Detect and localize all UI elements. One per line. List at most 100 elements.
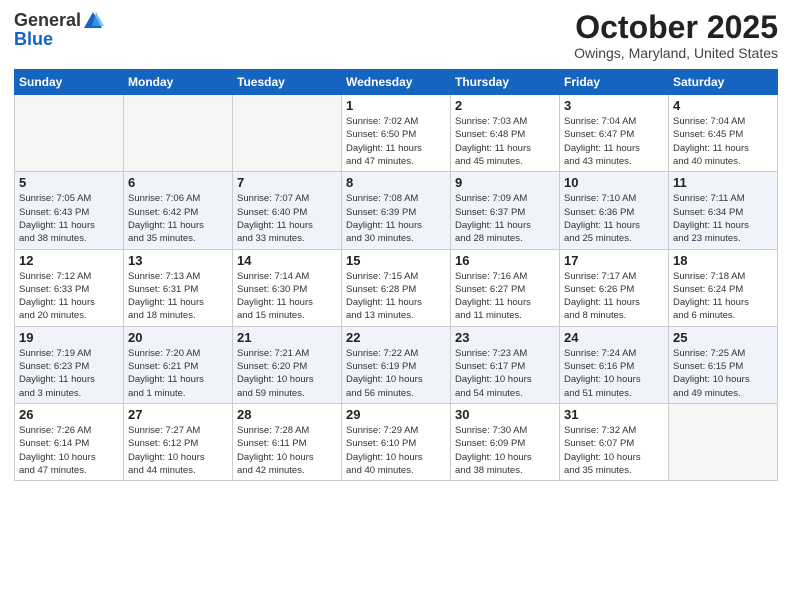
calendar-cell: 26Sunrise: 7:26 AMSunset: 6:14 PMDayligh…: [15, 403, 124, 480]
day-number: 8: [346, 175, 446, 190]
day-number: 29: [346, 407, 446, 422]
calendar-cell: 31 Sunrise: 7:32 AMSunset: 6:07 PMDayligh…: [560, 403, 669, 480]
day-number: 21: [237, 330, 337, 345]
col-tuesday: Tuesday: [233, 70, 342, 95]
calendar-cell: 9Sunrise: 7:09 AMSunset: 6:37 PMDaylight…: [451, 172, 560, 249]
calendar-cell: [233, 95, 342, 172]
day-info: Sunrise: 7:19 AMSunset: 6:23 PMDaylight:…: [19, 347, 119, 400]
col-saturday: Saturday: [669, 70, 778, 95]
location: Owings, Maryland, United States: [574, 45, 778, 61]
day-info: Sunrise: 7:28 AMSunset: 6:11 PMDaylight:…: [237, 424, 337, 477]
calendar-cell: 10 Sunrise: 7:10 AMSunset: 6:36 PMDayligh…: [560, 172, 669, 249]
calendar-cell: 19 Sunrise: 7:19 AMSunset: 6:23 PMDayligh…: [15, 326, 124, 403]
day-info: Sunrise: 7:11 AMSunset: 6:34 PMDaylight:…: [673, 192, 773, 245]
calendar-cell: 25Sunrise: 7:25 AMSunset: 6:15 PMDayligh…: [669, 326, 778, 403]
day-info: Sunrise: 7:02 AMSunset: 6:50 PMDaylight:…: [346, 115, 446, 168]
day-info: Sunrise: 7:10 AMSunset: 6:36 PMDaylight:…: [564, 192, 664, 245]
calendar-cell: 27 Sunrise: 7:27 AMSunset: 6:12 PMDayligh…: [124, 403, 233, 480]
calendar-row-1: 1Sunrise: 7:02 AMSunset: 6:50 PMDaylight…: [15, 95, 778, 172]
calendar-cell: 16Sunrise: 7:16 AMSunset: 6:27 PMDayligh…: [451, 249, 560, 326]
calendar-cell: 15 Sunrise: 7:15 AMSunset: 6:28 PMDayligh…: [342, 249, 451, 326]
day-number: 9: [455, 175, 555, 190]
calendar-cell: 14 Sunrise: 7:14 AMSunset: 6:30 PMDayligh…: [233, 249, 342, 326]
calendar-cell: 23 Sunrise: 7:23 AMSunset: 6:17 PMDayligh…: [451, 326, 560, 403]
calendar-cell: 1Sunrise: 7:02 AMSunset: 6:50 PMDaylight…: [342, 95, 451, 172]
col-sunday: Sunday: [15, 70, 124, 95]
day-number: 20: [128, 330, 228, 345]
logo-icon: [82, 10, 104, 32]
calendar-cell: 13Sunrise: 7:13 AMSunset: 6:31 PMDayligh…: [124, 249, 233, 326]
day-info: Sunrise: 7:16 AMSunset: 6:27 PMDaylight:…: [455, 270, 555, 323]
day-info: Sunrise: 7:03 AMSunset: 6:48 PMDaylight:…: [455, 115, 555, 168]
calendar-cell: 8 Sunrise: 7:08 AMSunset: 6:39 PMDaylight…: [342, 172, 451, 249]
day-info: Sunrise: 7:07 AMSunset: 6:40 PMDaylight:…: [237, 192, 337, 245]
calendar-row-5: 26Sunrise: 7:26 AMSunset: 6:14 PMDayligh…: [15, 403, 778, 480]
day-number: 18: [673, 253, 773, 268]
day-number: 31: [564, 407, 664, 422]
day-number: 27: [128, 407, 228, 422]
calendar-cell: 21 Sunrise: 7:21 AMSunset: 6:20 PMDayligh…: [233, 326, 342, 403]
calendar-cell: [124, 95, 233, 172]
calendar-cell: 29 Sunrise: 7:29 AMSunset: 6:10 PMDayligh…: [342, 403, 451, 480]
day-number: 3: [564, 98, 664, 113]
day-number: 12: [19, 253, 119, 268]
day-number: 10: [564, 175, 664, 190]
calendar-cell: 18 Sunrise: 7:18 AMSunset: 6:24 PMDayligh…: [669, 249, 778, 326]
logo-general: General: [14, 11, 81, 31]
day-info: Sunrise: 7:26 AMSunset: 6:14 PMDaylight:…: [19, 424, 119, 477]
calendar-cell: [15, 95, 124, 172]
day-info: Sunrise: 7:24 AMSunset: 6:16 PMDaylight:…: [564, 347, 664, 400]
day-number: 19: [19, 330, 119, 345]
col-monday: Monday: [124, 70, 233, 95]
calendar-row-2: 5Sunrise: 7:05 AMSunset: 6:43 PMDaylight…: [15, 172, 778, 249]
day-info: Sunrise: 7:20 AMSunset: 6:21 PMDaylight:…: [128, 347, 228, 400]
day-info: Sunrise: 7:15 AMSunset: 6:28 PMDaylight:…: [346, 270, 446, 323]
calendar-cell: 17Sunrise: 7:17 AMSunset: 6:26 PMDayligh…: [560, 249, 669, 326]
day-number: 6: [128, 175, 228, 190]
calendar-cell: 7 Sunrise: 7:07 AMSunset: 6:40 PMDaylight…: [233, 172, 342, 249]
day-number: 25: [673, 330, 773, 345]
calendar-cell: 30 Sunrise: 7:30 AMSunset: 6:09 PMDayligh…: [451, 403, 560, 480]
day-number: 2: [455, 98, 555, 113]
calendar-cell: 28 Sunrise: 7:28 AMSunset: 6:11 PMDayligh…: [233, 403, 342, 480]
day-number: 15: [346, 253, 446, 268]
calendar-row-3: 12Sunrise: 7:12 AMSunset: 6:33 PMDayligh…: [15, 249, 778, 326]
page-container: General Blue October 2025 Owings, Maryla…: [0, 0, 792, 491]
calendar-cell: 5Sunrise: 7:05 AMSunset: 6:43 PMDaylight…: [15, 172, 124, 249]
day-info: Sunrise: 7:06 AMSunset: 6:42 PMDaylight:…: [128, 192, 228, 245]
day-info: Sunrise: 7:22 AMSunset: 6:19 PMDaylight:…: [346, 347, 446, 400]
day-number: 30: [455, 407, 555, 422]
calendar-cell: 4 Sunrise: 7:04 AMSunset: 6:45 PMDaylight…: [669, 95, 778, 172]
col-wednesday: Wednesday: [342, 70, 451, 95]
day-info: Sunrise: 7:21 AMSunset: 6:20 PMDaylight:…: [237, 347, 337, 400]
day-number: 4: [673, 98, 773, 113]
day-info: Sunrise: 7:27 AMSunset: 6:12 PMDaylight:…: [128, 424, 228, 477]
calendar-cell: 12Sunrise: 7:12 AMSunset: 6:33 PMDayligh…: [15, 249, 124, 326]
header: General Blue October 2025 Owings, Maryla…: [14, 10, 778, 61]
calendar-header-row: Sunday Monday Tuesday Wednesday Thursday…: [15, 70, 778, 95]
calendar-cell: 22 Sunrise: 7:22 AMSunset: 6:19 PMDayligh…: [342, 326, 451, 403]
calendar-cell: 2 Sunrise: 7:03 AMSunset: 6:48 PMDaylight…: [451, 95, 560, 172]
calendar-cell: 6 Sunrise: 7:06 AMSunset: 6:42 PMDaylight…: [124, 172, 233, 249]
day-info: Sunrise: 7:14 AMSunset: 6:30 PMDaylight:…: [237, 270, 337, 323]
day-number: 22: [346, 330, 446, 345]
day-info: Sunrise: 7:08 AMSunset: 6:39 PMDaylight:…: [346, 192, 446, 245]
month-title: October 2025: [574, 10, 778, 45]
day-info: Sunrise: 7:30 AMSunset: 6:09 PMDaylight:…: [455, 424, 555, 477]
calendar-cell: [669, 403, 778, 480]
day-number: 7: [237, 175, 337, 190]
logo-blue: Blue: [14, 30, 104, 50]
day-info: Sunrise: 7:32 AMSunset: 6:07 PMDaylight:…: [564, 424, 664, 477]
day-number: 23: [455, 330, 555, 345]
day-number: 14: [237, 253, 337, 268]
day-info: Sunrise: 7:04 AMSunset: 6:45 PMDaylight:…: [673, 115, 773, 168]
day-info: Sunrise: 7:23 AMSunset: 6:17 PMDaylight:…: [455, 347, 555, 400]
day-info: Sunrise: 7:29 AMSunset: 6:10 PMDaylight:…: [346, 424, 446, 477]
day-info: Sunrise: 7:18 AMSunset: 6:24 PMDaylight:…: [673, 270, 773, 323]
col-thursday: Thursday: [451, 70, 560, 95]
day-number: 17: [564, 253, 664, 268]
day-number: 28: [237, 407, 337, 422]
calendar-cell: 3Sunrise: 7:04 AMSunset: 6:47 PMDaylight…: [560, 95, 669, 172]
calendar-row-4: 19 Sunrise: 7:19 AMSunset: 6:23 PMDayligh…: [15, 326, 778, 403]
day-info: Sunrise: 7:13 AMSunset: 6:31 PMDaylight:…: [128, 270, 228, 323]
